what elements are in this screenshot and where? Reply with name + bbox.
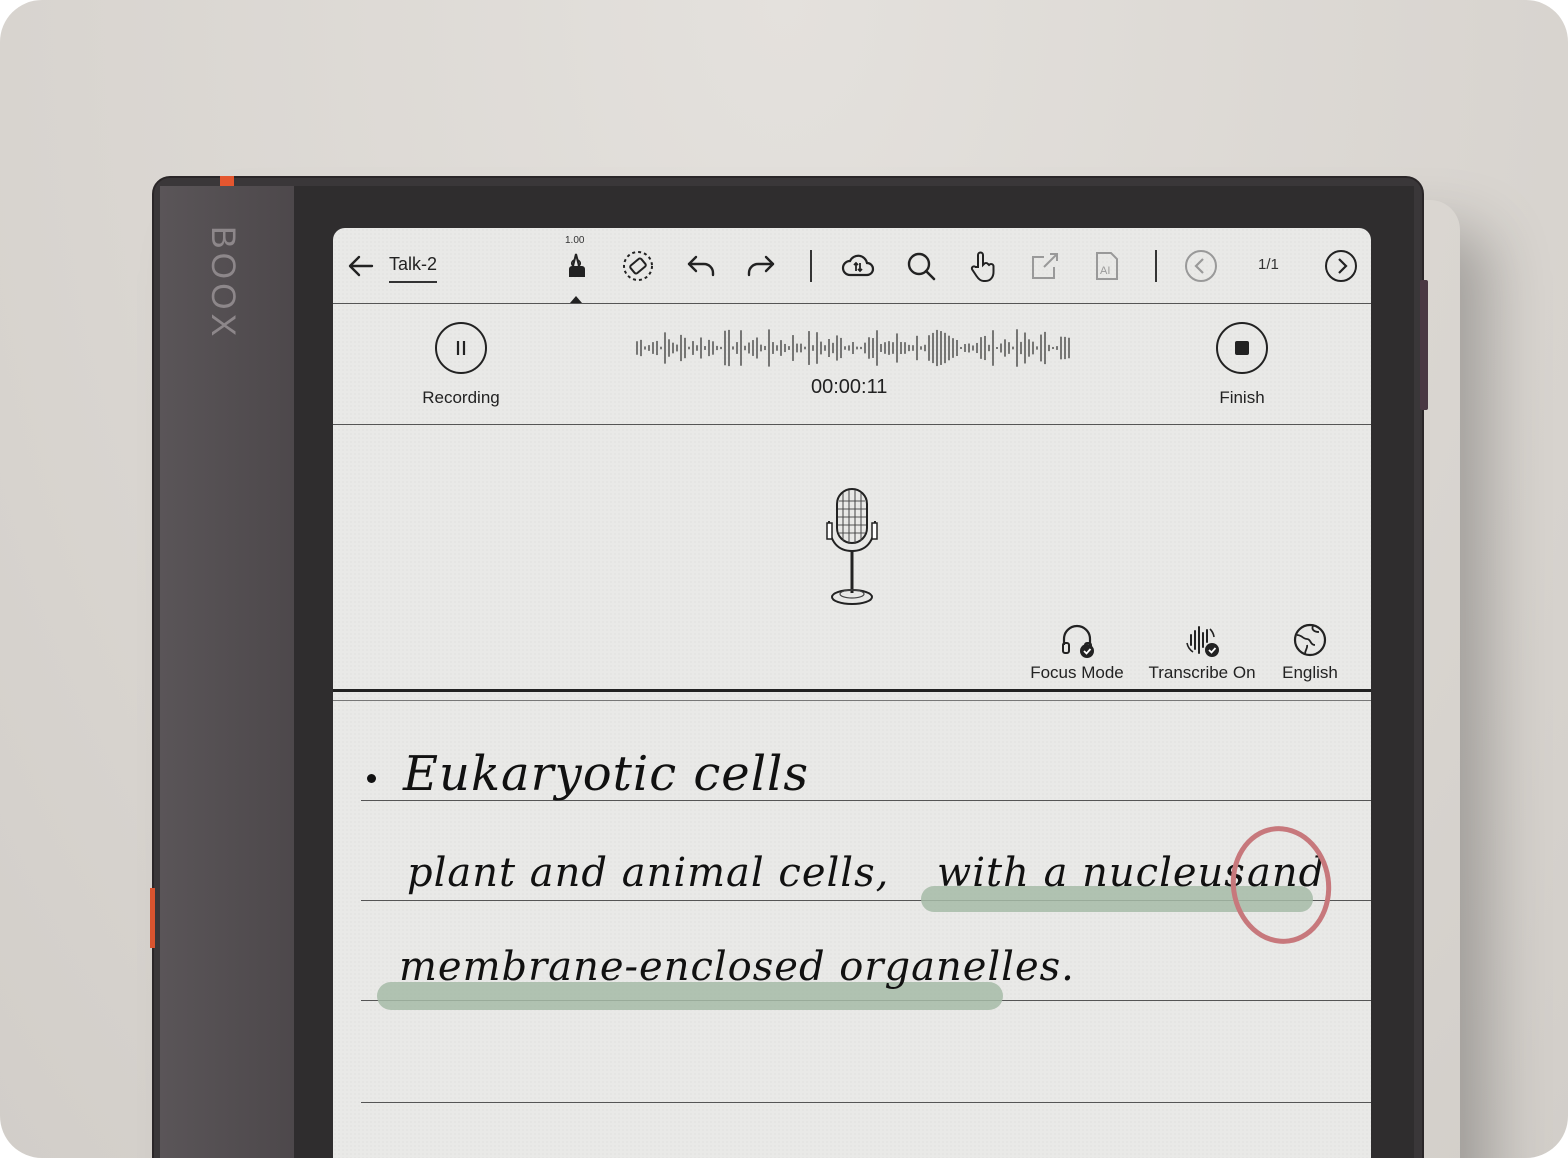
note-heading: Eukaryotic cells [403,746,810,802]
transcribe-option[interactable]: Transcribe On [1148,621,1256,683]
volume-button [1420,280,1428,410]
circle-annotation [1223,819,1339,951]
pen-size-value: 1.00 [565,235,585,246]
language-label: English [1282,663,1338,682]
power-button-accent [220,176,234,186]
brand-logo: BOOX [204,226,242,341]
touch-icon[interactable] [963,246,1003,286]
note-line: membrane-enclosed organelles. [399,944,1075,990]
section-divider [333,689,1371,692]
finish-label: Finish [1219,388,1265,407]
undo-icon[interactable] [681,246,721,286]
ruled-line [361,1102,1371,1103]
previous-page-icon[interactable] [1181,246,1221,286]
transcribe-check-icon [1186,626,1219,657]
background: BOOX Talk-2 1.00 AI 1/1 Recording 00:00:… [0,0,1568,1158]
search-icon[interactable] [901,246,941,286]
toolbar-separator [1155,250,1157,282]
back-arrow-icon[interactable] [341,246,381,286]
recording-label: Recording [422,388,500,407]
pause-button[interactable] [435,322,487,374]
toolbar: Talk-2 1.00 AI 1/1 [333,228,1371,304]
export-icon[interactable] [1025,246,1065,286]
audio-waveform [636,329,1070,367]
headphones-check-icon [1062,624,1094,658]
e-ink-screen: Talk-2 1.00 AI 1/1 Recording 00:00:11 Fi… [333,228,1371,1158]
pause-icon [456,341,466,355]
note-line: with a nucleus [937,850,1246,896]
eraser-icon[interactable] [618,246,658,286]
finish-button[interactable] [1216,322,1268,374]
transcribe-label: Transcribe On [1148,663,1256,682]
recording-bar: Recording 00:00:11 Finish [333,304,1371,425]
cloud-sync-icon[interactable] [838,246,878,286]
focus-mode-option[interactable]: Focus Mode [1027,621,1127,683]
note-title[interactable]: Talk-2 [389,254,438,283]
recording-timer: 00:00:11 [811,376,888,398]
redo-icon[interactable] [741,246,781,286]
language-option[interactable]: English [1277,621,1343,683]
svg-text:AI: AI [1100,265,1110,277]
globe-icon [1293,623,1327,657]
stop-icon [1235,341,1249,355]
pen-icon[interactable] [556,246,596,286]
bullet-point [367,774,376,783]
toolbar-separator [810,250,812,282]
page-indicator: 1/1 [1258,256,1279,273]
next-page-icon[interactable] [1321,246,1361,286]
note-line: plant and animal cells, [407,850,890,896]
side-accent [150,888,155,948]
handwritten-notes: Eukaryotic cells plant and animal cells,… [333,702,1371,1158]
microphone-illustration [826,488,878,605]
focus-mode-label: Focus Mode [1030,663,1124,682]
microphone-panel: Focus Mode Transcribe On English [333,425,1371,692]
section-divider-thin [333,700,1371,701]
pen-selected-caret [570,296,582,303]
ai-icon[interactable]: AI [1087,246,1127,286]
